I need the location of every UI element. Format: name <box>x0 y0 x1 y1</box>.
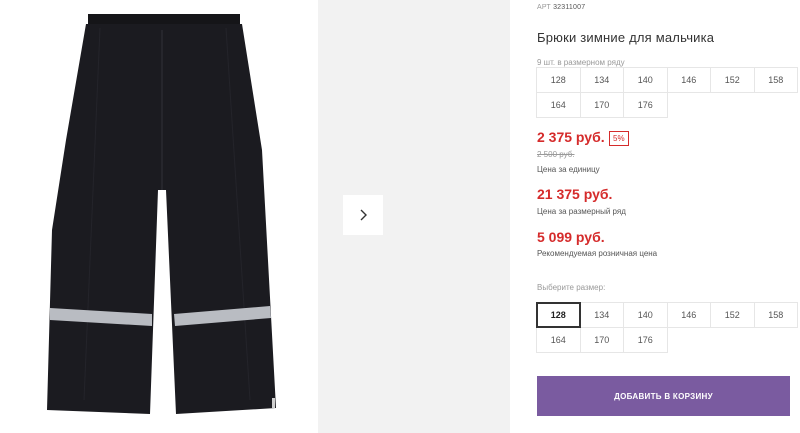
pack-size-cell: 152 <box>710 67 755 93</box>
product-title: Брюки зимние для мальчика <box>537 30 715 45</box>
size-option-176[interactable]: 176 <box>623 327 668 353</box>
size-select-grid: 128 134 140 146 152 158 164 170 176 <box>536 302 798 353</box>
size-option-170[interactable]: 170 <box>579 327 624 353</box>
choose-size-label: Выберите размер: <box>537 283 606 292</box>
product-image <box>0 0 318 433</box>
sku-label: АРТ <box>537 4 551 11</box>
pack-size-cell: 164 <box>536 92 581 118</box>
pack-size-cell: 176 <box>623 92 668 118</box>
pack-size-cell: 128 <box>536 67 581 93</box>
size-option-158[interactable]: 158 <box>753 302 798 328</box>
gallery-next-button[interactable] <box>343 195 383 235</box>
old-price: 2 500 руб. <box>537 150 575 159</box>
retail-price-caption: Рекомендуемая розничная цена <box>537 249 658 258</box>
pack-size-cell: 134 <box>579 67 624 93</box>
size-option-134[interactable]: 134 <box>579 302 624 328</box>
pack-size-cell: 146 <box>666 67 711 93</box>
pants-illustration <box>47 14 276 414</box>
pack-size-cell: 140 <box>623 67 668 93</box>
size-option-128[interactable]: 128 <box>536 302 581 328</box>
size-option-146[interactable]: 146 <box>666 302 711 328</box>
pack-size-cell: 170 <box>579 92 624 118</box>
pack-size-cell: 158 <box>753 67 798 93</box>
size-option-164[interactable]: 164 <box>536 327 581 353</box>
pack-price: 21 375 руб. <box>537 186 613 202</box>
pack-label: 9 шт. в размерном ряду <box>537 58 625 67</box>
size-option-140[interactable]: 140 <box>623 302 668 328</box>
pack-price-caption: Цена за размерный ряд <box>537 207 626 216</box>
chevron-right-icon <box>360 209 367 221</box>
discount-badge: 5% <box>609 131 629 146</box>
add-to-cart-button[interactable]: ДОБАВИТЬ В КОРЗИНУ <box>537 376 790 416</box>
unit-price: 2 375 руб. <box>537 129 605 145</box>
unit-price-caption: Цена за единицу <box>537 165 600 174</box>
size-option-152[interactable]: 152 <box>710 302 755 328</box>
sku-value: 32311007 <box>553 4 586 11</box>
pack-size-grid: 128 134 140 146 152 158 164 170 176 <box>536 67 798 118</box>
retail-price: 5 099 руб. <box>537 229 605 245</box>
sku: АРТ 32311007 <box>537 4 585 11</box>
